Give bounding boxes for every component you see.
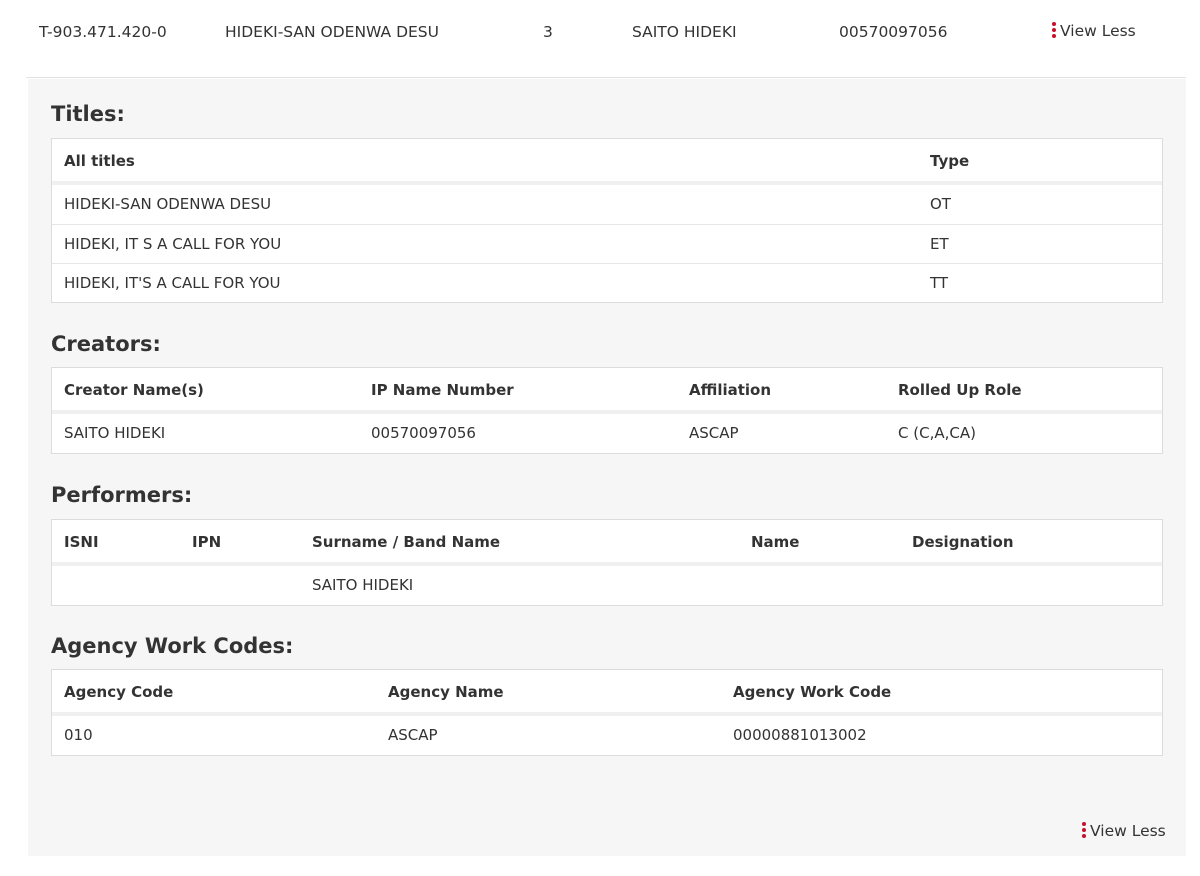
- table-cell: SAITO HIDEKI: [64, 424, 166, 442]
- performers-table: ISNI IPN Surname / Band Name Name Design…: [51, 519, 1163, 606]
- creator-value: SAITO HIDEKI: [632, 23, 737, 41]
- column-header: Creator Name(s): [64, 381, 204, 399]
- performers-table-header: ISNI IPN Surname / Band Name Name Design…: [52, 520, 1162, 566]
- table-cell: 00570097056: [371, 424, 476, 442]
- kebab-menu-icon: [1082, 822, 1086, 838]
- count-value: 3: [543, 23, 553, 41]
- performers-heading: Performers:: [51, 483, 193, 507]
- work-title-value: HIDEKI-SAN ODENWA DESU: [225, 23, 439, 41]
- table-cell: HIDEKI, IT S A CALL FOR YOU: [64, 235, 282, 253]
- agency-work-codes-table-header: Agency Code Agency Name Agency Work Code: [52, 670, 1162, 716]
- table-row: HIDEKI-SAN ODENWA DESU OT: [52, 185, 1162, 224]
- column-header: Agency Work Code: [733, 683, 892, 701]
- table-row: HIDEKI, IT S A CALL FOR YOU ET: [52, 224, 1162, 263]
- table-row: 010 ASCAP 00000881013002: [52, 716, 1162, 755]
- creators-heading: Creators:: [51, 332, 161, 356]
- table-cell: 00000881013002: [733, 726, 867, 744]
- creators-table-header: Creator Name(s) IP Name Number Affiliati…: [52, 368, 1162, 414]
- table-cell: ASCAP: [388, 726, 438, 744]
- view-less-label: View Less: [1060, 22, 1136, 40]
- column-header: Surname / Band Name: [312, 533, 501, 551]
- column-header: Designation: [912, 533, 1014, 551]
- column-header: All titles: [64, 152, 135, 170]
- iswc-value: T-903.471.420-0: [39, 23, 167, 41]
- column-header: Type: [930, 152, 970, 170]
- titles-table-header: All titles Type: [52, 139, 1162, 185]
- table-cell: 010: [64, 726, 93, 744]
- column-header: Affiliation: [689, 381, 772, 399]
- table-row: SAITO HIDEKI 00570097056 ASCAP C (C,A,CA…: [52, 414, 1162, 453]
- table-cell: HIDEKI-SAN ODENWA DESU: [64, 195, 272, 213]
- titles-table: All titles Type HIDEKI-SAN ODENWA DESU O…: [51, 138, 1163, 303]
- creators-table: Creator Name(s) IP Name Number Affiliati…: [51, 367, 1163, 454]
- column-header: Agency Code: [64, 683, 174, 701]
- work-details-panel: Titles: All titles Type HIDEKI-SAN ODENW…: [28, 79, 1186, 856]
- agency-work-codes-table: Agency Code Agency Name Agency Work Code…: [51, 669, 1163, 756]
- table-cell: ASCAP: [689, 424, 739, 442]
- table-cell: ET: [930, 235, 949, 253]
- table-cell: TT: [930, 274, 949, 292]
- table-cell: C (C,A,CA): [898, 424, 976, 442]
- view-less-button-bottom[interactable]: View Less: [1082, 822, 1166, 840]
- column-header: Agency Name: [388, 683, 504, 701]
- table-cell: HIDEKI, IT'S A CALL FOR YOU: [64, 274, 281, 292]
- column-header: Name: [751, 533, 800, 551]
- view-less-label: View Less: [1090, 822, 1166, 840]
- column-header: IPN: [192, 533, 222, 551]
- table-cell: SAITO HIDEKI: [312, 576, 414, 594]
- column-header: ISNI: [64, 533, 99, 551]
- column-header: Rolled Up Role: [898, 381, 1022, 399]
- work-summary-row: T-903.471.420-0 HIDEKI-SAN ODENWA DESU 3…: [26, 0, 1186, 78]
- table-row: SAITO HIDEKI: [52, 566, 1162, 605]
- column-header: IP Name Number: [371, 381, 514, 399]
- view-less-button-top[interactable]: View Less: [1052, 22, 1136, 40]
- titles-heading: Titles:: [51, 102, 125, 126]
- table-row: HIDEKI, IT'S A CALL FOR YOU TT: [52, 263, 1162, 302]
- kebab-menu-icon: [1052, 22, 1056, 38]
- ip-name-number-value: 00570097056: [839, 23, 948, 41]
- table-cell: OT: [930, 195, 951, 213]
- agency-work-codes-heading: Agency Work Codes:: [51, 634, 294, 658]
